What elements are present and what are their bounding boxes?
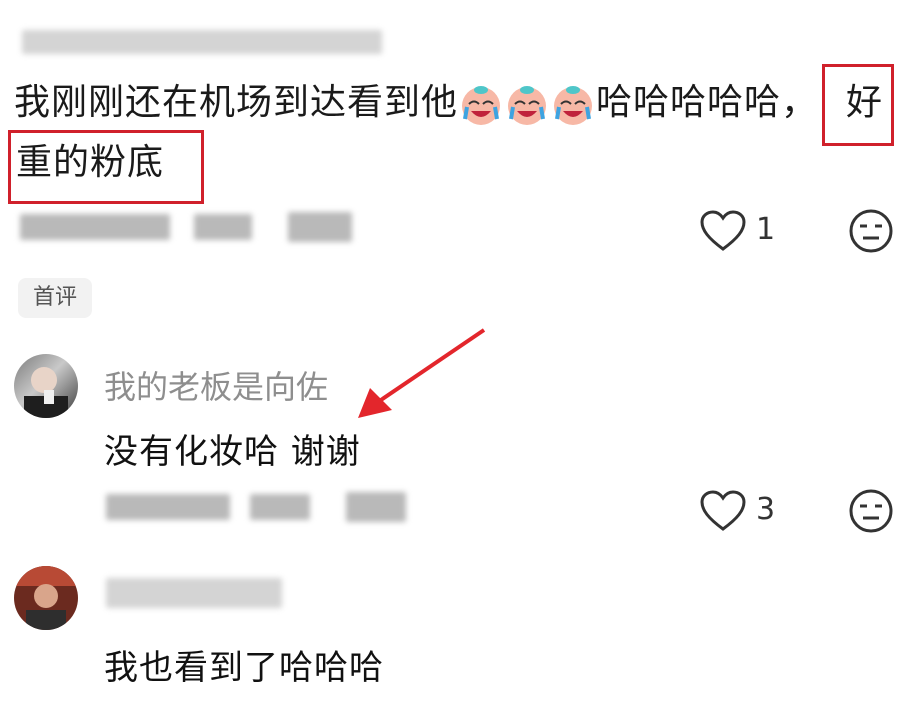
- reply-text: 没有化妆哈 谢谢: [104, 432, 361, 472]
- heart-outline-icon: [700, 490, 746, 531]
- blurred-username-top: [22, 30, 382, 54]
- reply-username[interactable]: 我的老板是向佐: [104, 362, 328, 408]
- like-count: 1: [756, 212, 776, 247]
- comment-text-line1: 我刚刚还在机场到达看到他 哈哈哈哈哈，: [14, 80, 818, 127]
- comment-text-part1: 我刚刚还在机场到达看到他: [14, 82, 459, 123]
- red-highlight-box-1: [822, 64, 894, 146]
- crying-laughing-baby-emoji-icon: [504, 81, 550, 127]
- blurred-comment-meta: [194, 214, 252, 240]
- blurred-comment-meta: [250, 494, 310, 520]
- like-button[interactable]: 1: [698, 208, 788, 254]
- crying-laughing-baby-emoji-icon: [458, 81, 504, 127]
- blurred-reply-button[interactable]: [346, 492, 406, 522]
- badge-label: 首评: [32, 285, 77, 310]
- reply-text: 我也看到了哈哈哈: [104, 648, 384, 688]
- blurred-comment-meta: [20, 214, 170, 240]
- blurred-username[interactable]: [106, 578, 282, 608]
- blurred-reply-button[interactable]: [288, 212, 352, 242]
- blurred-comment-meta: [106, 494, 230, 520]
- neutral-face-icon[interactable]: [848, 208, 894, 254]
- first-comment-badge: 首评: [18, 278, 92, 318]
- red-arrow-annotation: [358, 328, 486, 418]
- like-count: 3: [756, 492, 776, 527]
- like-button[interactable]: 3: [698, 488, 788, 534]
- crying-laughing-baby-emoji-icon: [550, 81, 596, 127]
- avatar[interactable]: [14, 354, 78, 418]
- avatar[interactable]: [14, 566, 78, 630]
- heart-outline-icon: [700, 210, 746, 251]
- neutral-face-icon[interactable]: [848, 488, 894, 534]
- red-highlight-box-2: [8, 130, 204, 204]
- comment-text-part2: 哈哈哈哈哈，: [596, 82, 819, 123]
